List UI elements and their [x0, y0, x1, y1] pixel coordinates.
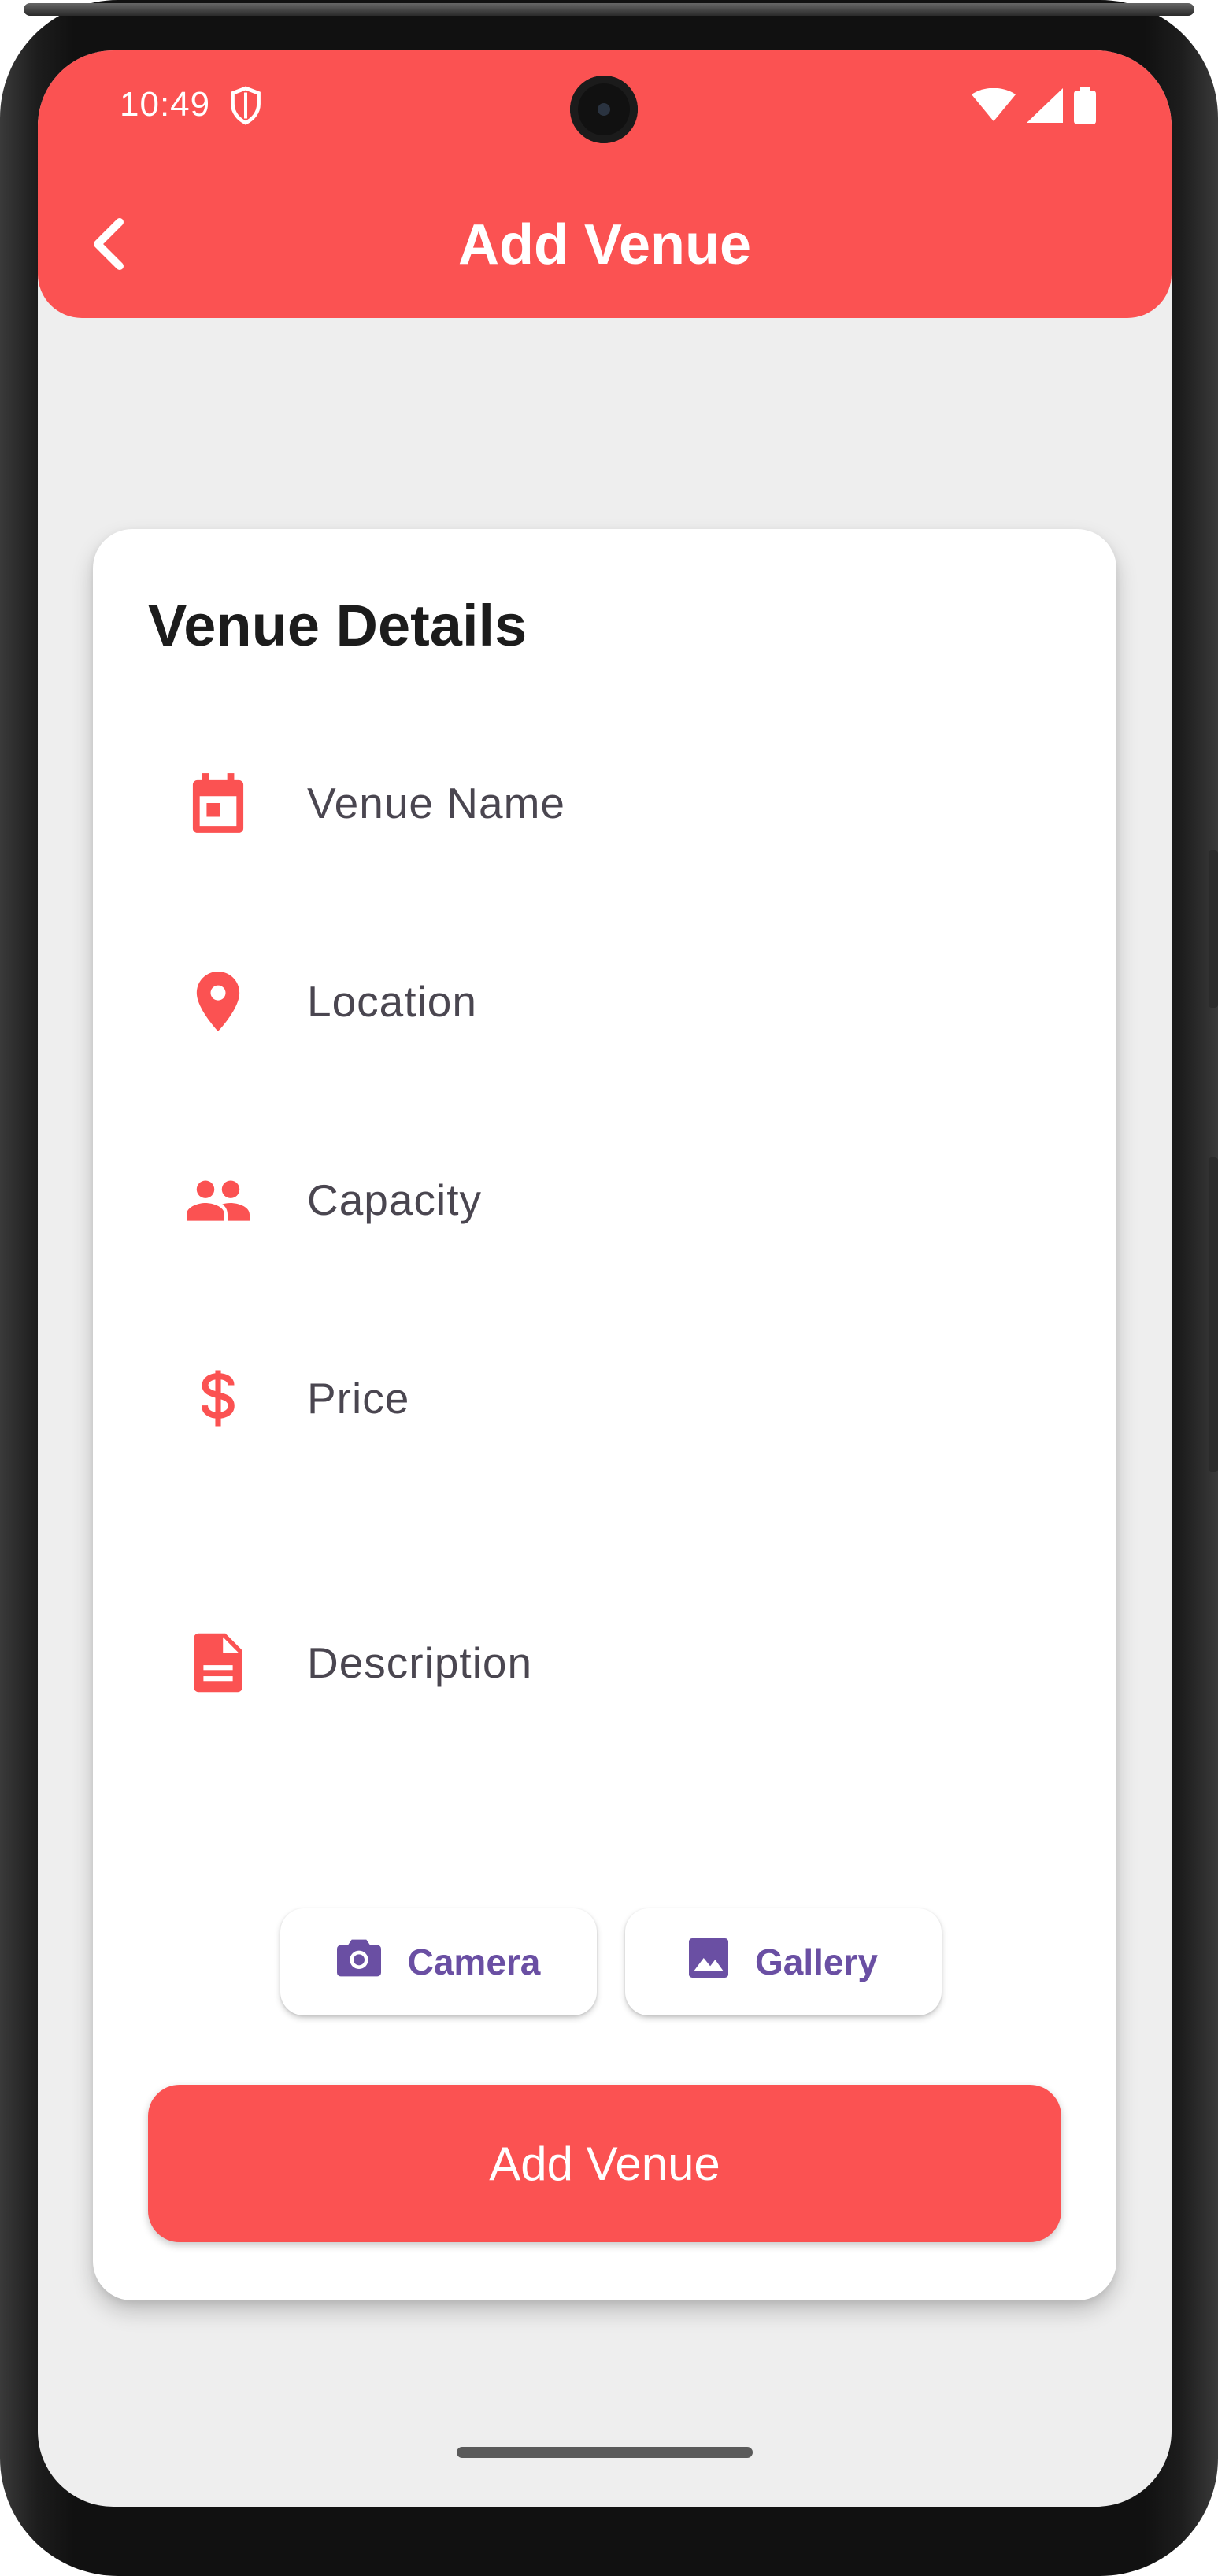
card-title: Venue Details — [148, 593, 528, 658]
wifi-icon — [972, 87, 1016, 127]
front-camera — [570, 76, 638, 143]
shield-icon — [228, 85, 263, 126]
power-button — [1209, 850, 1218, 1008]
home-indicator[interactable] — [457, 2447, 753, 2458]
camera-icon — [336, 1939, 381, 1986]
battery-icon — [1074, 87, 1096, 128]
price-field[interactable]: Price — [183, 1351, 1033, 1445]
price-label: Price — [307, 1374, 410, 1423]
page-title: Add Venue — [457, 213, 752, 276]
camera-button-label: Camera — [407, 1941, 541, 1982]
status-icons — [972, 87, 1096, 128]
phone-frame: 10:49 Add Venue Venue Details Venue Name… — [0, 0, 1218, 2576]
location-label: Location — [307, 977, 477, 1026]
add-venue-button[interactable]: Add Venue — [148, 2085, 1061, 2242]
venue-name-label: Venue Name — [307, 779, 565, 827]
camera-button[interactable]: Camera — [280, 1908, 597, 2015]
image-icon — [689, 1938, 728, 1986]
calendar-icon — [183, 768, 254, 838]
app-bar: 10:49 Add Venue — [38, 50, 1172, 318]
people-icon — [183, 1164, 254, 1235]
screen: 10:49 Add Venue Venue Details Venue Name… — [38, 50, 1172, 2507]
signal-icon — [1027, 88, 1063, 127]
capacity-field[interactable]: Capacity — [183, 1153, 1033, 1247]
volume-button — [1209, 1157, 1218, 1472]
description-field[interactable]: Description — [183, 1616, 1033, 1710]
gallery-button-label: Gallery — [755, 1941, 878, 1982]
capacity-label: Capacity — [307, 1175, 482, 1224]
gallery-button[interactable]: Gallery — [625, 1908, 942, 2015]
document-icon — [183, 1627, 254, 1698]
venue-name-field[interactable]: Venue Name — [183, 756, 1033, 850]
location-field[interactable]: Location — [183, 954, 1033, 1049]
description-label: Description — [307, 1638, 533, 1687]
status-time: 10:49 — [120, 85, 211, 124]
location-pin-icon — [183, 966, 254, 1037]
dollar-icon — [183, 1363, 254, 1434]
